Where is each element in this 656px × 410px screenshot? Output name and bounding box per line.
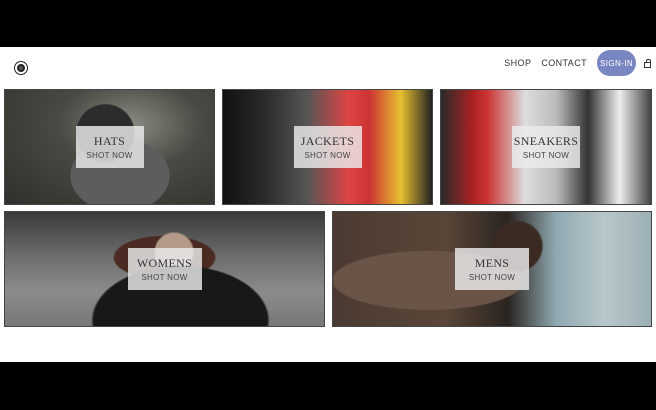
category-label-box[interactable]: JACKETS SHOT NOW xyxy=(293,126,362,168)
category-tile-sneakers[interactable]: SNEAKERS SHOT NOW xyxy=(440,89,652,205)
category-tile-womens[interactable]: WOMENS SHOT NOW xyxy=(4,211,325,327)
page: SHOP CONTACT SIGN-IN HATS SHOT NOW JACKE… xyxy=(0,47,656,362)
category-cta: SHOT NOW xyxy=(304,151,351,160)
category-label-box[interactable]: MENS SHOT NOW xyxy=(455,248,529,290)
category-title: WOMENS xyxy=(136,256,193,270)
category-label-box[interactable]: HATS SHOT NOW xyxy=(75,126,144,168)
category-title: JACKETS xyxy=(300,134,355,148)
header-nav: SHOP CONTACT SIGN-IN xyxy=(504,49,656,77)
category-label-box[interactable]: WOMENS SHOT NOW xyxy=(127,248,202,290)
crown-logo-icon[interactable] xyxy=(15,62,27,74)
category-tile-hats[interactable]: HATS SHOT NOW xyxy=(4,89,215,205)
nav-shop-link[interactable]: SHOP xyxy=(504,58,531,68)
category-tile-jackets[interactable]: JACKETS SHOT NOW xyxy=(222,89,433,205)
category-cta: SHOT NOW xyxy=(86,151,133,160)
nav-contact-link[interactable]: CONTACT xyxy=(541,58,587,68)
category-label-box[interactable]: SNEAKERS SHOT NOW xyxy=(512,126,580,168)
category-title: HATS xyxy=(93,134,126,148)
category-cta: SHOT NOW xyxy=(468,273,516,282)
category-title: SNEAKERS xyxy=(513,134,579,148)
sign-in-button[interactable]: SIGN-IN xyxy=(597,50,636,76)
category-title: MENS xyxy=(474,256,510,270)
shopping-bag-icon[interactable] xyxy=(644,58,651,68)
category-cta: SHOT NOW xyxy=(522,151,570,160)
category-cta: SHOT NOW xyxy=(141,273,188,282)
category-tile-mens[interactable]: MENS SHOT NOW xyxy=(332,211,652,327)
